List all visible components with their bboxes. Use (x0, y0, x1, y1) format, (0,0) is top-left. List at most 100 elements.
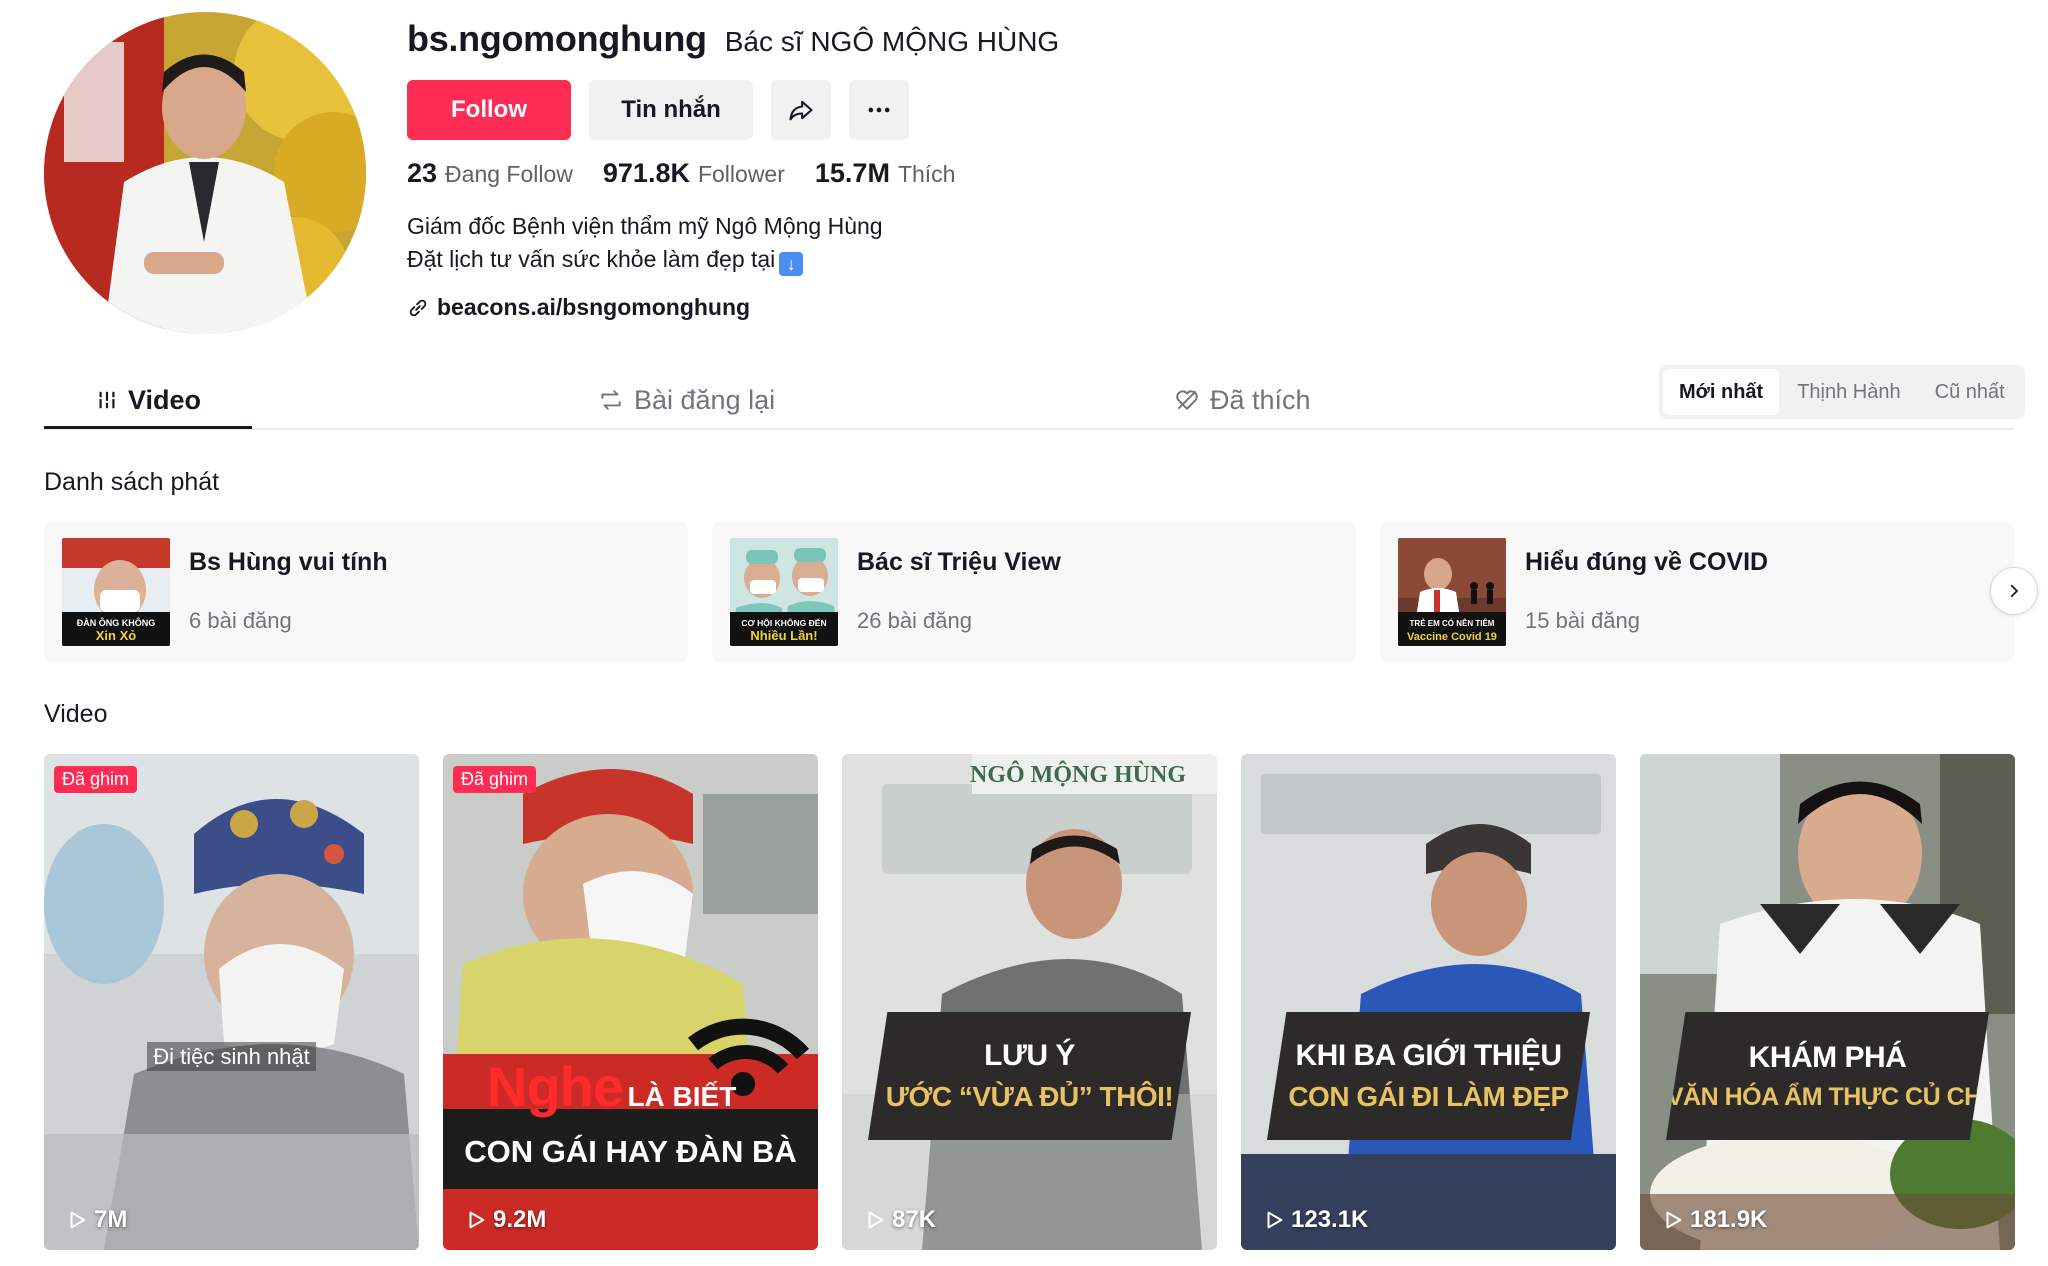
video-card[interactable]: KHI BA GIỚI THIỆU CON GÁI ĐI LÀM ĐẸP 123… (1241, 754, 1616, 1250)
message-button[interactable]: Tin nhắn (589, 80, 753, 140)
playlist-thumb-text-2: Nhiều Lần! (750, 628, 817, 643)
following-stat[interactable]: 23 Đang Follow (407, 158, 573, 189)
playlist-count: 6 bài đăng (189, 608, 292, 633)
playlist-card[interactable]: TRẺ EM CÓ NÊN TIÊM Vaccine Covid 19 Hiểu… (1380, 522, 2014, 662)
more-icon (868, 107, 890, 113)
view-count: 7M (66, 1206, 127, 1234)
tab-video[interactable]: Video (96, 370, 201, 430)
likes-count: 15.7M (814, 158, 890, 188)
video-grid-icon (98, 391, 116, 409)
banner-line-1: KHÁM PHÁ (1748, 1040, 1907, 1074)
sort-toggle: Mới nhất Thịnh Hành Cũ nhất (1659, 365, 2025, 419)
profile-actions: Follow Tin nhắn (407, 80, 909, 140)
video-thumbnail (1640, 754, 2015, 1250)
username: bs.ngomonghung (407, 18, 707, 59)
followers-count: 971.8K (602, 158, 690, 188)
banner-line-1: KHI BA GIỚI THIỆU (1295, 1039, 1562, 1072)
following-label: Đang Follow (445, 161, 573, 187)
profile-avatar[interactable] (44, 12, 366, 334)
video-thumbnail (44, 754, 419, 1250)
video-thumbnail (1241, 754, 1616, 1250)
play-icon (70, 1211, 86, 1229)
nickname: Bác sĩ NGÔ MỘNG HÙNG (724, 26, 1060, 57)
playlist-thumb-text-2: Vaccine Covid 19 (1407, 631, 1497, 643)
tab-liked-label: Đã thích (1210, 384, 1311, 415)
chevron-right-icon (2010, 584, 2018, 598)
share-icon (789, 100, 813, 121)
view-count-text: 87K (892, 1206, 937, 1233)
playlist-thumb-text-1: TRẺ EM CÓ NÊN TIÊM (1410, 619, 1495, 628)
video-thumbnail (443, 754, 818, 1250)
play-icon (868, 1211, 884, 1229)
more-button[interactable] (849, 80, 909, 140)
tab-reposts[interactable]: Bài đăng lại (598, 370, 775, 430)
bio-line-1: Giám đốc Bệnh viện thẩm mỹ Ngô Mộng Hùng (407, 213, 883, 239)
video-thumbnail (842, 754, 1217, 1250)
view-count: 87K (864, 1206, 936, 1234)
banner-line-2: VĂN HÓA ẨM THỰC CỦ CHI (1666, 1082, 1989, 1111)
video-caption-small: LÀ BIẾT (627, 1081, 737, 1112)
view-count-text: 123.1K (1291, 1206, 1369, 1233)
playlist-title: Hiểu đúng về COVID (1525, 548, 1769, 576)
playlist-thumb-text-1: ĐÀN ÔNG KHÔNG (77, 617, 156, 628)
playlist-card[interactable]: CƠ HỘI KHÔNG ĐẾN Nhiều Lần! Bác sĩ Triệu… (712, 522, 1356, 662)
sort-newest[interactable]: Mới nhất (1663, 369, 1780, 415)
playlist-thumbnail: TRẺ EM CÓ NÊN TIÊM Vaccine Covid 19 (1398, 538, 1506, 646)
bio-line-2: Đặt lịch tư vấn sức khỏe làm đẹp tại (407, 246, 776, 272)
repost-icon (601, 390, 621, 410)
view-count-text: 7M (94, 1206, 128, 1233)
play-icon (1267, 1211, 1283, 1229)
playlist-title: Bác sĩ Triệu View (857, 548, 1061, 576)
banner-line-2: CON GÁI ĐI LÀM ĐẸP (1288, 1081, 1569, 1112)
play-icon (469, 1211, 485, 1229)
view-count: 181.9K (1662, 1206, 1767, 1234)
video-banner: KHÁM PHÁ VĂN HÓA ẨM THỰC CỦ CHI (1666, 1012, 1989, 1140)
likes-stat: 15.7M Thích (815, 158, 956, 189)
bio-line-2-wrap: Đặt lịch tư vấn sức khỏe làm đẹp tại ↓ (407, 243, 883, 276)
video-card[interactable]: Đã ghim Nghe LÀ BIẾT CON GÁI HAY ĐÀN BÀ … (443, 754, 818, 1250)
profile-name-row: bs.ngomonghung Bác sĩ NGÔ MỘNG HÙNG (407, 18, 1059, 60)
follow-button[interactable]: Follow (407, 80, 571, 140)
view-count: 123.1K (1263, 1206, 1368, 1234)
sort-trending[interactable]: Thịnh Hành (1781, 369, 1916, 415)
tab-reposts-label: Bài đăng lại (634, 384, 776, 415)
playlist-thumbnail: CƠ HỘI KHÔNG ĐẾN Nhiều Lần! (730, 538, 838, 646)
likes-label: Thích (897, 161, 956, 187)
profile-link-text: beacons.ai/bsngomonghung (437, 294, 751, 320)
video-card[interactable]: KHÁM PHÁ VĂN HÓA ẨM THỰC CỦ CHI 181.9K (1640, 754, 2015, 1250)
down-arrow-emoji-icon: ↓ (779, 252, 804, 276)
profile-link[interactable]: beacons.ai/bsngomonghung (407, 294, 750, 321)
banner-line-1: LƯU Ý (984, 1039, 1075, 1072)
followers-label: Follower (697, 161, 785, 187)
video-card[interactable]: NGÔ MỘNG HÙNG LƯU Ý ƯỚC “VỪA ĐỦ” THÔI! 8… (842, 754, 1217, 1250)
tab-active-indicator (44, 426, 252, 429)
playlist-thumb-text-1: CƠ HỘI KHÔNG ĐẾN (741, 617, 826, 628)
playlists-heading: Danh sách phát (44, 468, 220, 496)
playlist-card[interactable]: ĐÀN ÔNG KHÔNG Xin Xỏ Bs Hùng vui tính 6 … (44, 522, 688, 662)
videos-heading: Video (44, 700, 108, 728)
following-count: 23 (407, 158, 438, 188)
playlist-thumb-text-2: Xin Xỏ (96, 628, 137, 643)
clinic-sign-text: NGÔ MỘNG HÙNG (970, 762, 1186, 788)
avatar-image (44, 12, 366, 334)
profile-stats: 23 Đang Follow 971.8K Follower 15.7M Thích (407, 158, 955, 189)
profile-bio: Giám đốc Bệnh viện thẩm mỹ Ngô Mộng Hùng… (407, 210, 883, 276)
view-count: 9.2M (465, 1206, 546, 1234)
video-banner: LƯU Ý ƯỚC “VỪA ĐỦ” THÔI! (868, 1012, 1191, 1140)
tab-liked[interactable]: Đã thích (1174, 370, 1311, 430)
video-caption-line2: CON GÁI HAY ĐÀN BÀ (464, 1134, 797, 1169)
liked-hidden-icon (1176, 390, 1198, 410)
pinned-badge: Đã ghim (54, 766, 138, 793)
video-banner: KHI BA GIỚI THIỆU CON GÁI ĐI LÀM ĐẸP (1267, 1012, 1590, 1140)
video-caption-text: Đi tiệc sinh nhật (147, 1042, 316, 1071)
view-count-text: 181.9K (1690, 1206, 1768, 1233)
video-caption: Đi tiệc sinh nhật (44, 1042, 419, 1071)
playlist-count: 26 bài đăng (857, 608, 972, 633)
banner-line-2: ƯỚC “VỪA ĐỦ” THÔI! (885, 1081, 1174, 1112)
playlist-title: Bs Hùng vui tính (189, 548, 388, 576)
sort-oldest[interactable]: Cũ nhất (1919, 369, 2021, 415)
followers-stat[interactable]: 971.8K Follower (603, 158, 785, 189)
playlists-next-button[interactable] (1990, 567, 2038, 615)
video-card[interactable]: Đã ghim Đi tiệc sinh nhật 7M (44, 754, 419, 1250)
share-button[interactable] (771, 80, 831, 140)
